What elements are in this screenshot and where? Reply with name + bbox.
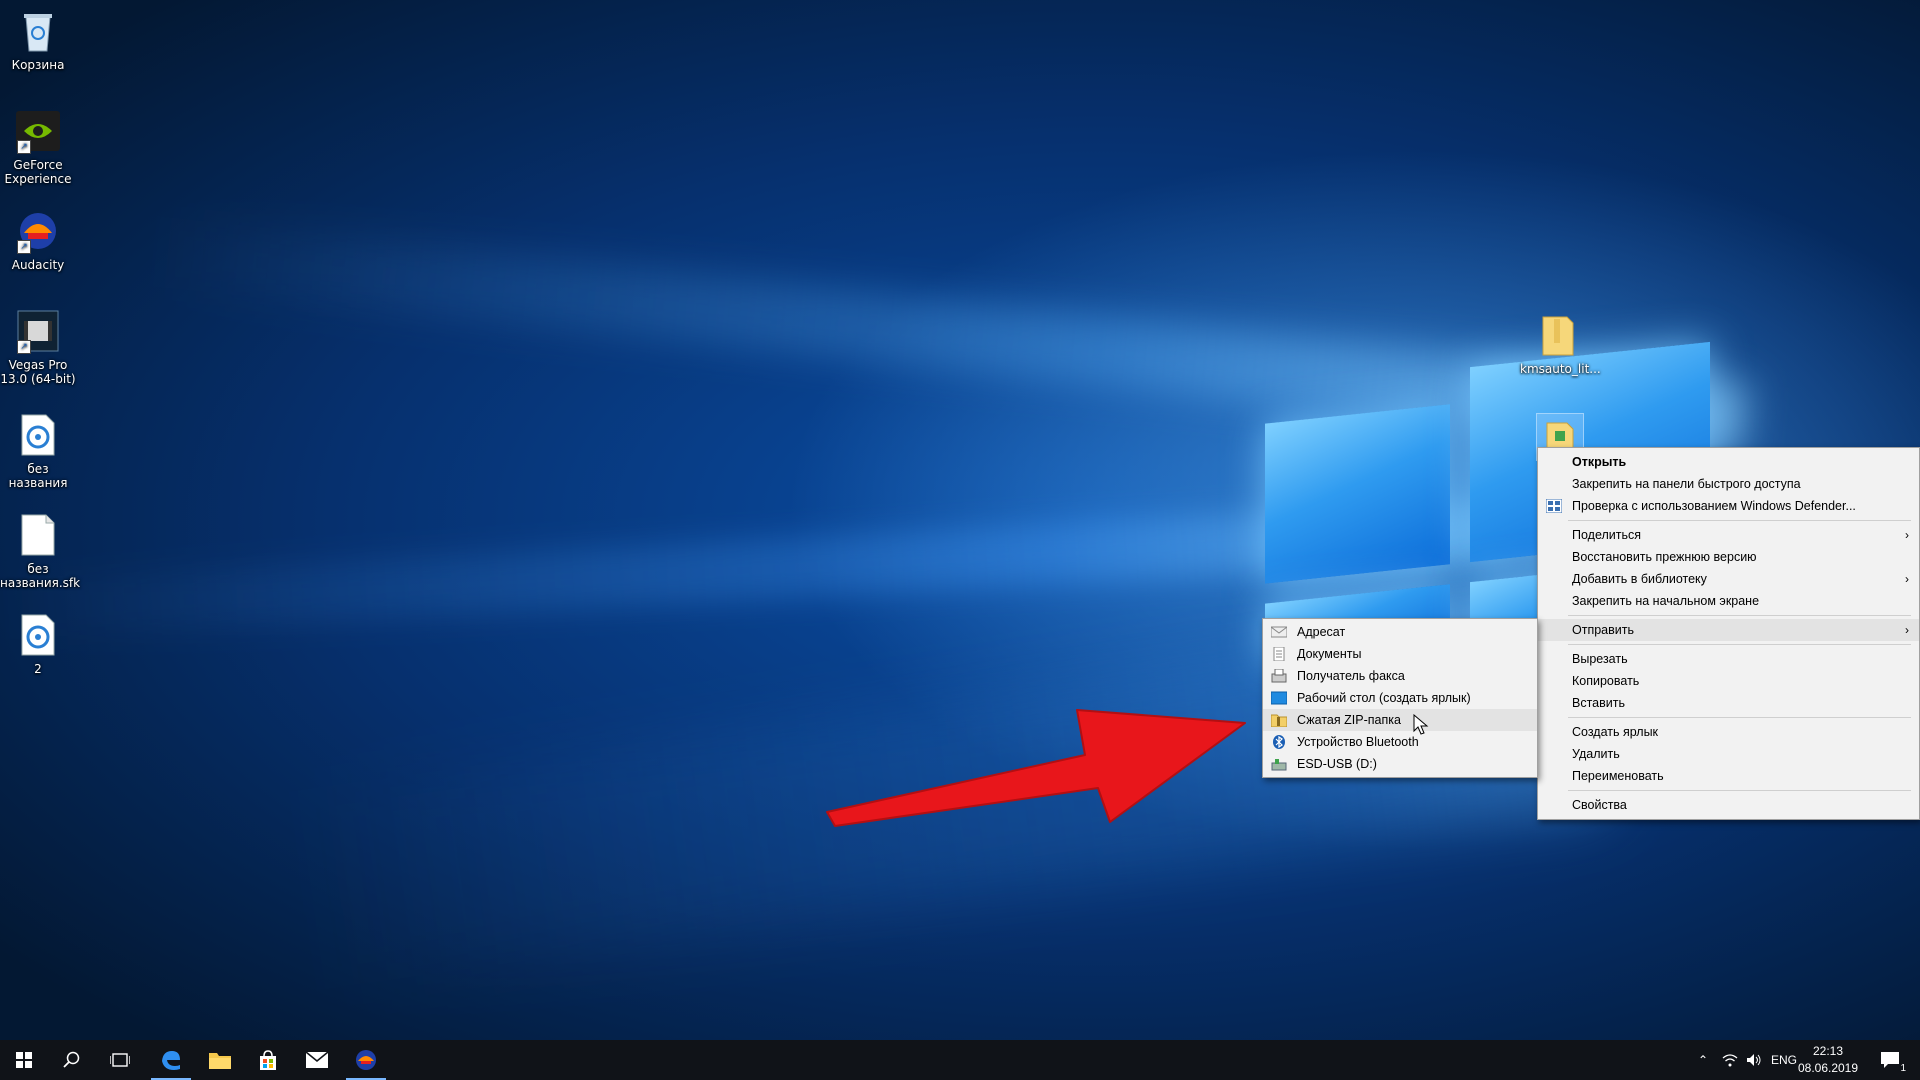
menu-item-send-to[interactable]: Отправить › bbox=[1538, 619, 1919, 641]
nvidia-icon: ↗ bbox=[15, 108, 61, 154]
shortcut-arrow-icon: ↗ bbox=[17, 340, 31, 354]
wifi-icon bbox=[1722, 1054, 1738, 1067]
menu-item-cut[interactable]: Вырезать bbox=[1538, 648, 1919, 670]
desktop-icon-label: без названия bbox=[8, 462, 68, 490]
shortcut-arrow-icon: ↗ bbox=[17, 140, 31, 154]
notification-icon bbox=[1881, 1052, 1899, 1068]
desktop-icon-kmsauto[interactable]: kmsauto_lit... bbox=[1520, 312, 1601, 376]
desktop-icon bbox=[1271, 691, 1287, 705]
defender-icon bbox=[1546, 499, 1562, 513]
edge-icon bbox=[162, 1051, 180, 1070]
chevron-right-icon: › bbox=[1905, 623, 1909, 637]
desktop-icon-sfk-file[interactable]: без названия.sfk bbox=[0, 512, 81, 590]
menu-item-properties[interactable]: Свойства bbox=[1538, 794, 1919, 816]
clock-date: 08.06.2019 bbox=[1797, 1061, 1859, 1075]
documents-icon bbox=[1273, 647, 1285, 661]
desktop-icon-label: kmsauto_lit... bbox=[1520, 362, 1601, 376]
desktop-icon-vegas[interactable]: ↗ Vegas Pro 13.0 (64-bit) bbox=[0, 308, 76, 386]
menu-item-defender-scan[interactable]: Проверка с использованием Windows Defend… bbox=[1538, 495, 1919, 517]
desktop-icon-label: Audacity bbox=[11, 258, 65, 272]
fax-icon bbox=[1271, 669, 1287, 683]
start-button[interactable] bbox=[0, 1040, 48, 1080]
desktop-icon-2[interactable]: 2 bbox=[0, 612, 76, 676]
desktop-icon-label: Vegas Pro 13.0 (64-bit) bbox=[0, 358, 76, 386]
search-button[interactable] bbox=[48, 1040, 96, 1080]
action-center-button[interactable]: 1 bbox=[1870, 1040, 1910, 1080]
menu-separator bbox=[1568, 615, 1911, 616]
taskbar: ⌃ ENG 22:13 08.06.2019 1 bbox=[0, 1040, 1920, 1080]
vegas-icon: ↗ bbox=[15, 308, 61, 354]
desktop-icon-label: без названия.sfk bbox=[0, 562, 81, 590]
desktop-icon-label: Корзина bbox=[11, 58, 65, 72]
recycle-bin-icon bbox=[15, 8, 61, 54]
menu-item-add-to-library[interactable]: Добавить в библиотеку › bbox=[1538, 568, 1919, 590]
menu-item-rename[interactable]: Переименовать bbox=[1538, 765, 1919, 787]
taskbar-audacity[interactable] bbox=[342, 1040, 390, 1080]
send-to-bluetooth[interactable]: Устройство Bluetooth bbox=[1263, 731, 1537, 753]
mail-recipient-icon bbox=[1271, 626, 1287, 638]
menu-item-open[interactable]: Открыть bbox=[1538, 451, 1919, 473]
tray-network-button[interactable] bbox=[1718, 1040, 1742, 1080]
menu-item-pin-quick-access[interactable]: Закрепить на панели быстрого доступа bbox=[1538, 473, 1919, 495]
menu-item-delete[interactable]: Удалить bbox=[1538, 743, 1919, 765]
desktop-icon-geforce[interactable]: ↗ GeForce Experience bbox=[0, 108, 76, 186]
menu-item-restore-previous[interactable]: Восстановить прежнюю версию bbox=[1538, 546, 1919, 568]
taskbar-file-explorer[interactable] bbox=[196, 1040, 244, 1080]
chevron-right-icon: › bbox=[1905, 572, 1909, 586]
send-to-usb-drive[interactable]: ESD-USB (D:) bbox=[1263, 753, 1537, 775]
menu-item-create-shortcut[interactable]: Создать ярлык bbox=[1538, 721, 1919, 743]
tray-volume-button[interactable] bbox=[1742, 1040, 1766, 1080]
send-to-fax[interactable]: Получатель факса bbox=[1263, 665, 1537, 687]
desktop-icon-bez-nazvaniya[interactable]: без названия bbox=[0, 412, 76, 490]
store-icon bbox=[260, 1050, 276, 1070]
menu-item-copy[interactable]: Копировать bbox=[1538, 670, 1919, 692]
clock-time: 22:13 bbox=[1812, 1044, 1844, 1058]
blank-file-icon bbox=[15, 512, 61, 558]
menu-item-pin-start[interactable]: Закрепить на начальном экране bbox=[1538, 590, 1919, 612]
task-view-button[interactable] bbox=[96, 1040, 144, 1080]
menu-separator bbox=[1568, 790, 1911, 791]
desktop-icon-label: GeForce Experience bbox=[4, 158, 72, 186]
menu-item-paste[interactable]: Вставить bbox=[1538, 692, 1919, 714]
taskbar-store[interactable] bbox=[244, 1040, 292, 1080]
usb-drive-icon bbox=[1271, 759, 1287, 771]
send-to-zip-folder[interactable]: Сжатая ZIP-папка bbox=[1263, 709, 1537, 731]
annotation-arrow-icon bbox=[826, 709, 1246, 827]
send-to-mail-recipient[interactable]: Адресат bbox=[1263, 621, 1537, 643]
tray-clock[interactable]: 22:13 08.06.2019 bbox=[1788, 1043, 1868, 1077]
audacity-icon: ↗ bbox=[15, 208, 61, 254]
desktop-icon-label: 2 bbox=[34, 662, 42, 676]
context-menu: Открыть Закрепить на панели быстрого дос… bbox=[1537, 447, 1920, 820]
bluetooth-icon bbox=[1273, 735, 1285, 749]
tray-overflow-button[interactable]: ⌃ bbox=[1692, 1040, 1714, 1080]
menu-separator bbox=[1568, 644, 1911, 645]
speaker-icon bbox=[1747, 1054, 1761, 1066]
menu-separator bbox=[1568, 717, 1911, 718]
taskbar-edge[interactable] bbox=[147, 1040, 195, 1080]
folder-zip-icon bbox=[1535, 312, 1581, 358]
menu-item-share[interactable]: Поделиться › bbox=[1538, 524, 1919, 546]
audacity-icon bbox=[356, 1050, 376, 1070]
send-to-documents[interactable]: Документы bbox=[1263, 643, 1537, 665]
windows-icon bbox=[16, 1052, 32, 1068]
send-to-submenu: Адресат Документы Получатель факса Рабоч… bbox=[1262, 618, 1538, 778]
disc-file-icon bbox=[15, 612, 61, 658]
desktop-icon-audacity[interactable]: ↗ Audacity bbox=[0, 208, 76, 272]
taskbar-mail[interactable] bbox=[293, 1040, 341, 1080]
mouse-cursor-icon bbox=[1413, 714, 1429, 735]
mail-icon bbox=[305, 1051, 329, 1068]
shortcut-arrow-icon: ↗ bbox=[17, 240, 31, 254]
desktop-icon-recycle-bin[interactable]: Корзина bbox=[0, 8, 76, 72]
folder-icon bbox=[209, 1053, 231, 1069]
search-icon bbox=[63, 1051, 80, 1068]
chevron-right-icon: › bbox=[1905, 528, 1909, 542]
disc-file-icon bbox=[15, 412, 61, 458]
menu-separator bbox=[1568, 520, 1911, 521]
chevron-up-icon: ⌃ bbox=[1697, 1053, 1709, 1067]
send-to-desktop-shortcut[interactable]: Рабочий стол (создать ярлык) bbox=[1263, 687, 1537, 709]
notification-badge: 1 bbox=[1900, 1063, 1906, 1074]
zip-folder-icon bbox=[1271, 714, 1287, 727]
task-view-icon bbox=[110, 1053, 130, 1067]
